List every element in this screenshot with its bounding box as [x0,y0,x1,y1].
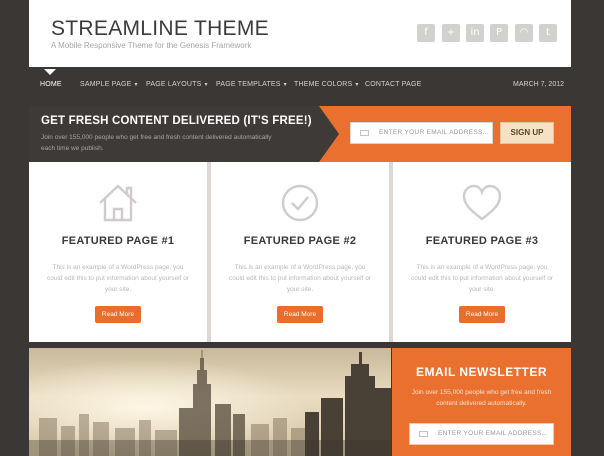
caret-down-icon: ▾ [134,82,138,88]
home-icon [99,184,137,222]
envelope-icon [360,130,369,136]
nav-item-page-layouts[interactable]: PAGE LAYOUTS ▾ [146,81,208,88]
envelope-icon [419,431,428,437]
caret-down-icon: ▾ [355,82,359,88]
nav-item-label: THEME COLORS [294,81,353,88]
caret-down-icon: ▾ [204,82,208,88]
featured-page-2: FEATURED PAGE #2 This is an example of a… [211,162,389,342]
nav-item-label: CONTACT PAGE [365,81,422,88]
featured-page-text: This is an example of a WordPress page, … [411,264,553,293]
site-title[interactable]: STREAMLINE THEME [51,17,269,41]
nav-item-home[interactable]: HOME [40,81,62,88]
primary-nav: HOME SAMPLE PAGE ▾ PAGE LAYOUTS ▾ PAGE TEM… [29,69,571,97]
featured-page-text: This is an example of a WordPress page, … [47,264,189,293]
rss-icon[interactable]: ◠ [515,24,533,42]
caret-down-icon: ▾ [283,82,287,88]
featured-page-title[interactable]: FEATURED PAGE #2 [211,235,389,247]
nav-item-label: PAGE LAYOUTS [146,81,202,88]
featured-page-1: FEATURED PAGE #1 This is an example of a… [29,162,207,342]
read-more-button[interactable]: Read More [95,306,141,323]
nav-item-label: SAMPLE PAGE [80,81,132,88]
newsletter-text: Join over 155,000 people who get free an… [411,389,552,407]
sign-up-button[interactable]: SIGN UP [500,122,554,144]
subscribe-text: Join over 155,000 people who get free an… [41,134,272,152]
twitter-icon[interactable]: t [539,24,557,42]
subscribe-email-input[interactable]: ENTER YOUR EMAIL ADDRESS... [350,122,493,144]
subscribe-text-panel: GET FRESH CONTENT DELIVERED (IT'S FREE!)… [29,106,319,162]
read-more-button[interactable]: Read More [459,306,505,323]
featured-pages: FEATURED PAGE #1 This is an example of a… [29,162,571,342]
subscribe-title: GET FRESH CONTENT DELIVERED (IT'S FREE!) [41,115,312,127]
linkedin-icon[interactable]: in [466,24,484,42]
featured-page-text: This is an example of a WordPress page, … [229,264,371,293]
active-nav-pointer [44,69,56,75]
site-header: STREAMLINE THEME A Mobile Responsive The… [29,0,571,67]
page-frame: STREAMLINE THEME A Mobile Responsive The… [0,0,604,456]
featured-page-3: FEATURED PAGE #3 This is an example of a… [393,162,571,342]
nav-item-sample-page[interactable]: SAMPLE PAGE ▾ [80,81,138,88]
email-placeholder: ENTER YOUR EMAIL ADDRESS... [438,430,548,437]
city-skyline-image [29,348,391,456]
featured-page-title[interactable]: FEATURED PAGE #1 [29,235,207,247]
subscribe-arrow [319,106,339,162]
nav-date: MARCH 7, 2012 [513,81,564,88]
newsletter-email-input[interactable]: ENTER YOUR EMAIL ADDRESS... [409,423,554,445]
heart-icon [462,184,502,221]
read-more-button[interactable]: Read More [277,306,323,323]
email-newsletter-widget: EMAIL NEWSLETTER Join over 155,000 peopl… [392,348,571,456]
nav-item-label: HOME [40,81,62,88]
newsletter-title: EMAIL NEWSLETTER [415,365,548,379]
facebook-icon[interactable]: f [417,24,435,42]
featured-page-title[interactable]: FEATURED PAGE #3 [393,235,571,247]
nav-item-theme-colors[interactable]: THEME COLORS ▾ [294,81,359,88]
nav-item-label: PAGE TEMPLATES [216,81,281,88]
pinterest-icon[interactable]: P [490,24,508,42]
nav-item-contact-page[interactable]: CONTACT PAGE [365,81,421,88]
nav-item-page-templates[interactable]: PAGE TEMPLATES ▾ [216,81,287,88]
google-plus-icon[interactable]: + [442,24,460,42]
email-placeholder: ENTER YOUR EMAIL ADDRESS... [379,129,489,136]
checkmark-circle-icon [281,184,319,222]
subscribe-bar: GET FRESH CONTENT DELIVERED (IT'S FREE!)… [29,106,571,162]
city-skyline-illustration [29,348,391,456]
site-description: A Mobile Responsive Theme for the Genesi… [51,41,252,50]
